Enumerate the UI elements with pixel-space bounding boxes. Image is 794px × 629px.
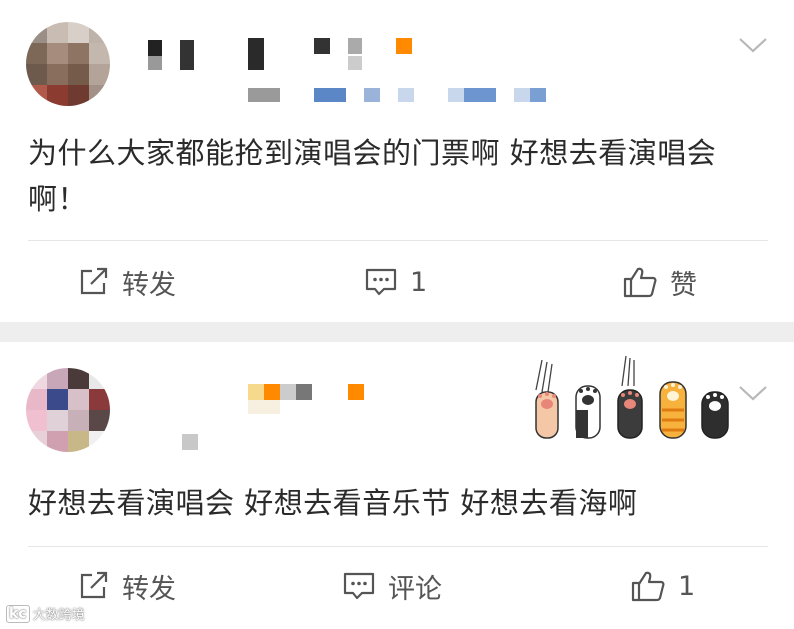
comment-button[interactable]: 评论 <box>342 564 442 608</box>
avatar[interactable] <box>26 368 110 452</box>
thumbs-up-icon <box>631 571 665 602</box>
action-bar: 转发 1 赞 <box>0 260 794 304</box>
comment-label: 评论 <box>388 573 442 605</box>
repost-label: 转发 <box>122 269 176 301</box>
like-count: 1 <box>678 570 696 602</box>
watermark-logo: kc <box>6 604 30 623</box>
post-content: 为什么大家都能抢到演唱会的门票啊 好想去看演唱会啊！ <box>28 136 717 216</box>
share-icon <box>80 571 108 599</box>
share-icon <box>80 267 108 295</box>
comment-icon <box>365 268 397 296</box>
like-button[interactable]: 1 <box>630 564 695 608</box>
post-card[interactable]: 好想去看演唱会 好想去看音乐节 好想去看海啊 转发 评论 1 <box>0 342 794 629</box>
watermark: kc 大数跨境 <box>6 604 85 623</box>
repost-button[interactable]: 转发 <box>78 564 176 608</box>
feed-separator <box>0 322 794 342</box>
comment-button[interactable]: 1 <box>364 260 427 304</box>
chevron-down-icon[interactable] <box>738 384 768 402</box>
divider <box>28 240 768 241</box>
watermark-text: 大数跨境 <box>32 608 85 623</box>
repost-label: 转发 <box>122 573 176 605</box>
like-button[interactable]: 赞 <box>622 260 697 304</box>
comment-count: 1 <box>410 266 428 298</box>
divider <box>28 546 768 547</box>
repost-button[interactable]: 转发 <box>78 260 176 304</box>
post-card[interactable]: 为什么大家都能抢到演唱会的门票啊 好想去看演唱会啊！ 转发 1 赞 <box>0 0 794 322</box>
comment-icon <box>343 572 375 600</box>
avatar[interactable] <box>26 22 110 106</box>
post-content: 好想去看演唱会 好想去看音乐节 好想去看海啊 <box>28 486 638 520</box>
like-label: 赞 <box>670 269 697 301</box>
chevron-down-icon[interactable] <box>738 36 768 54</box>
thumbs-up-icon <box>623 267 657 298</box>
action-bar: 转发 评论 1 <box>0 564 794 608</box>
cat-paws-badge <box>535 355 729 439</box>
